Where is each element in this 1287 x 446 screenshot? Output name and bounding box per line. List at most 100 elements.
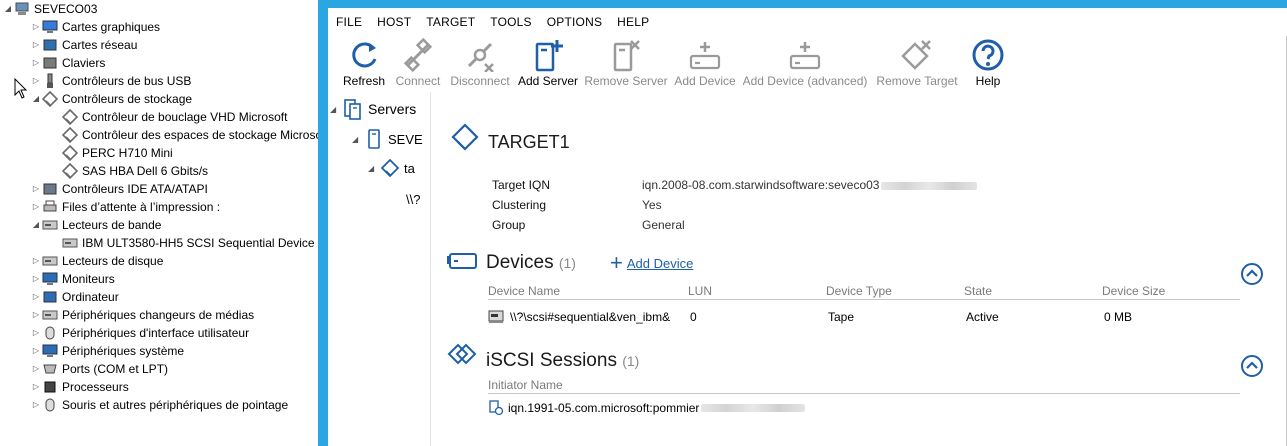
tree-item-label: Périphériques d'interface utilisateur (62, 326, 250, 340)
tree-item[interactable]: SAS HBA Dell 6 Gbits/s (50, 162, 208, 180)
expander-collapse-icon[interactable]: ◢ (368, 164, 380, 173)
tree-item[interactable]: ▷ Ports (COM et LPT) (30, 360, 168, 378)
nav-servers[interactable]: ◢ Servers (330, 98, 416, 120)
tree-root[interactable]: ◢ SEVECO03 (2, 0, 97, 18)
window-titlebar[interactable] (328, 0, 1287, 8)
nav-device[interactable]: \\? (406, 192, 420, 207)
device-name-header[interactable]: Device Name (488, 284, 560, 298)
expander-expand-icon[interactable]: ▷ (30, 198, 42, 216)
mouse-cursor-icon (14, 78, 28, 99)
tree-item[interactable]: Contrôleur des espaces de stockage Micro… (50, 126, 318, 144)
lun-header[interactable]: LUN (688, 284, 712, 298)
remove-server-button[interactable]: Remove Server (584, 38, 668, 88)
tree-item[interactable]: ▷ Périphériques changeurs de médias (30, 306, 254, 324)
target-icon (380, 158, 400, 178)
expander-expand-icon[interactable]: ▷ (30, 18, 42, 36)
expander-collapse-icon[interactable]: ◢ (2, 0, 14, 18)
expander-expand-icon[interactable]: ▷ (30, 180, 42, 198)
tree-item[interactable]: ▷ Processeurs (30, 378, 129, 396)
tree-item-label: PERC H710 Mini (82, 146, 173, 160)
state-header[interactable]: State (964, 284, 992, 298)
target-details-pane: TARGET1 Target IQN iqn.2008-08.com.starw… (432, 92, 1287, 446)
tree-item[interactable]: ▷ Claviers (30, 54, 105, 72)
keyboard-icon (42, 55, 58, 71)
server-nav-tree: ◢ Servers ◢ SEVE ◢ ta \\? (328, 92, 431, 446)
tree-item[interactable]: ▷ Files d’attente à l’impression : (30, 198, 220, 216)
expander-collapse-icon[interactable]: ◢ (30, 216, 42, 234)
storage-controller-icon (62, 127, 78, 143)
disconnect-button[interactable]: Disconnect (448, 38, 512, 88)
expander-collapse-icon[interactable]: ◢ (330, 105, 342, 114)
tree-item[interactable]: ▷ Souris et autres périphériques de point… (30, 396, 288, 414)
expander-expand-icon[interactable]: ▷ (30, 270, 42, 288)
tree-item-label: SAS HBA Dell 6 Gbits/s (82, 164, 209, 178)
expander-expand-icon[interactable]: ▷ (30, 306, 42, 324)
device-size-cell: 0 MB (1104, 310, 1133, 324)
nav-server[interactable]: ◢ SEVE (352, 128, 423, 150)
add-device-button[interactable]: Add Device (672, 38, 738, 88)
collapse-sessions-button[interactable] (1240, 354, 1264, 378)
expander-expand-icon[interactable]: ▷ (30, 252, 42, 270)
add-device-link-label: Add Device (626, 255, 694, 271)
menu-host[interactable]: HOST (377, 15, 411, 29)
tree-item[interactable]: IBM ULT3580-HH5 SCSI Sequential Device (50, 234, 315, 252)
tree-item[interactable]: ▷ Lecteurs de disque (30, 252, 163, 270)
expander-expand-icon[interactable]: ▷ (30, 360, 42, 378)
expander-expand-icon[interactable]: ▷ (30, 288, 42, 306)
expander-expand-icon[interactable]: ▷ (30, 72, 42, 90)
nav-device-label: \\? (406, 192, 421, 207)
expander-expand-icon[interactable]: ▷ (30, 396, 42, 414)
tape-drive-icon (42, 217, 58, 233)
device-type-header[interactable]: Device Type (826, 284, 892, 298)
help-button[interactable]: Help (968, 38, 1008, 88)
expander-expand-icon[interactable]: ▷ (30, 378, 42, 396)
tree-item-label: Lecteurs de bande (62, 218, 162, 232)
nav-target[interactable]: ◢ ta (368, 158, 415, 178)
clustering-label: Clustering (492, 198, 547, 212)
connect-icon (403, 38, 433, 72)
tree-item[interactable]: ▷ Périphériques système (30, 342, 184, 360)
refresh-button[interactable]: Refresh (339, 38, 389, 88)
tree-item[interactable]: Contrôleur de bouclage VHD Microsoft (50, 108, 287, 126)
connect-button[interactable]: Connect (393, 38, 443, 88)
toolbar-button-label: Connect (395, 74, 441, 88)
tree-item-label: Souris et autres périphériques de pointa… (62, 398, 289, 412)
table-row[interactable]: iqn.1991-05.com.microsoft:pommier (488, 400, 806, 416)
display-adapter-icon (42, 19, 58, 35)
expander-expand-icon[interactable]: ▷ (30, 342, 42, 360)
expander-collapse-icon[interactable]: ◢ (30, 90, 42, 108)
remove-target-button[interactable]: Remove Target (874, 38, 960, 88)
tree-item[interactable]: ▷ Périphériques d'interface utilisateur (30, 324, 249, 342)
tree-item[interactable]: ▷ Cartes graphiques (30, 18, 160, 36)
expander-expand-icon[interactable]: ▷ (30, 54, 42, 72)
expander-expand-icon[interactable]: ▷ (30, 36, 42, 54)
tree-item[interactable]: ▷ Contrôleurs IDE ATA/ATAPI (30, 180, 208, 198)
tree-item[interactable]: ◢ Contrôleurs de stockage (30, 90, 192, 108)
add-server-button[interactable]: Add Server (516, 38, 580, 88)
menu-file[interactable]: FILE (336, 15, 362, 29)
expander-expand-icon[interactable]: ▷ (30, 324, 42, 342)
help-icon (972, 39, 1004, 71)
menu-help[interactable]: HELP (617, 15, 649, 29)
menu-options[interactable]: OPTIONS (547, 15, 602, 29)
monitor-icon (42, 271, 58, 287)
menu-target[interactable]: TARGET (426, 15, 475, 29)
tree-item-label: Ordinateur (62, 290, 119, 304)
tree-item[interactable]: ◢ Lecteurs de bande (30, 216, 162, 234)
printer-icon (42, 199, 58, 215)
tree-item[interactable]: ▷ Ordinateur (30, 288, 119, 306)
tree-item[interactable]: PERC H710 Mini (50, 144, 173, 162)
device-size-header[interactable]: Device Size (1102, 284, 1165, 298)
menu-tools[interactable]: TOOLS (490, 15, 531, 29)
add-device-link[interactable]: + Add Device (610, 252, 694, 274)
add-device-advanced-button[interactable]: Add Device (advanced) (741, 38, 869, 88)
tree-item[interactable]: ▷ Moniteurs (30, 270, 115, 288)
tree-item[interactable]: ▷ Contrôleurs de bus USB (30, 72, 191, 90)
collapse-devices-button[interactable] (1240, 262, 1264, 286)
tree-item[interactable]: ▷ Cartes réseau (30, 36, 137, 54)
expander-collapse-icon[interactable]: ◢ (352, 135, 364, 144)
tree-item-label: Files d’attente à l’impression : (62, 200, 221, 214)
tree-item-label: Contrôleurs IDE ATA/ATAPI (62, 182, 208, 196)
